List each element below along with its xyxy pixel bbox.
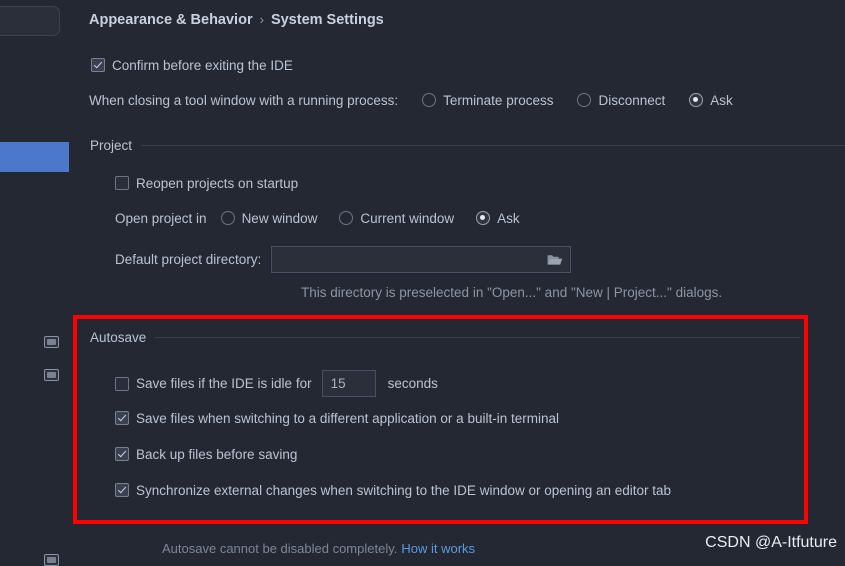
radio-ask-open-project-control[interactable] [476,210,491,225]
radio-ask-tool-window[interactable]: Ask [689,92,733,108]
autosave-footer-text: Autosave cannot be disabled completely. [162,541,398,556]
backup-before-saving-checkbox[interactable] [115,447,129,462]
section-divider [141,145,845,146]
window-icon[interactable] [44,336,59,348]
folder-open-icon[interactable] [547,254,563,266]
open-project-in-label: Open project in [115,210,207,226]
sidebar-item-selected[interactable] [0,142,69,172]
radio-current-window-label: Current window [360,210,455,226]
sync-external-changes-label: Synchronize external changes when switch… [136,482,672,498]
breadcrumb: Appearance & Behavior › System Settings [89,12,384,28]
reopen-projects-checkbox[interactable] [115,176,129,191]
save-on-switch-app-checkbox[interactable] [115,411,129,426]
confirm-exit-label: Confirm before exiting the IDE [112,57,293,73]
radio-new-window-label: New window [241,210,318,226]
chevron-right-icon: › [259,12,264,27]
reopen-projects-row[interactable]: Reopen projects on startup [115,175,298,191]
closing-tool-window-row: When closing a tool window with a runnin… [89,92,733,108]
settings-tree-rail [0,0,70,566]
save-on-idle-row: Save files if the IDE is idle for 15 secon… [115,370,438,397]
how-it-works-link[interactable]: How it works [401,541,475,556]
idle-seconds-input[interactable]: 15 [321,370,376,397]
save-on-idle-label: Save files if the IDE is idle for [136,376,312,391]
sync-external-changes-row[interactable]: Synchronize external changes when switch… [115,482,671,498]
breadcrumb-current: System Settings [270,12,384,28]
radio-new-window[interactable]: New window [220,210,318,226]
radio-disconnect-label: Disconnect [598,92,666,108]
default-project-directory-label: Default project directory: [115,252,262,267]
open-project-in-row: Open project in New window Current window A… [115,210,520,226]
autosave-footer-note: Autosave cannot be disabled completely. H… [162,541,475,556]
save-on-switch-app-row[interactable]: Save files when switching to a different… [115,410,559,426]
default-project-directory-row: Default project directory: [115,246,572,273]
save-on-idle-checkbox[interactable] [115,376,129,391]
radio-new-window-control[interactable] [220,210,235,225]
radio-terminate-process[interactable]: Terminate process [422,92,554,108]
save-on-switch-app-label: Save files when switching to a different… [136,410,559,426]
radio-ask-tool-window-label: Ask [710,92,733,108]
backup-before-saving-label: Back up files before saving [136,446,298,462]
radio-disconnect-control[interactable] [577,92,592,107]
window-icon[interactable] [44,554,59,566]
confirm-exit-checkbox[interactable] [91,58,105,73]
radio-terminate-process-control[interactable] [422,92,437,107]
default-project-directory-input[interactable] [271,246,572,273]
watermark: CSDN @A-Itfuture [705,534,837,551]
radio-ask-tool-window-control[interactable] [689,92,704,107]
radio-ask-open-project[interactable]: Ask [476,210,520,226]
idle-seconds-unit-label: seconds [387,376,438,391]
radio-terminate-process-label: Terminate process [443,92,554,108]
window-icon[interactable] [44,369,59,381]
section-divider [155,337,800,338]
settings-search-input[interactable] [0,6,60,36]
backup-before-saving-row[interactable]: Back up files before saving [115,446,297,462]
radio-disconnect[interactable]: Disconnect [577,92,666,108]
closing-tool-window-label: When closing a tool window with a runnin… [89,92,399,108]
breadcrumb-parent[interactable]: Appearance & Behavior [89,12,253,28]
project-section-header: Project [90,138,845,153]
confirm-exit-row[interactable]: Confirm before exiting the IDE [91,57,293,73]
default-directory-hint: This directory is preselected in "Open..… [301,285,723,300]
autosave-section-title: Autosave [90,330,147,345]
reopen-projects-label: Reopen projects on startup [136,175,299,191]
system-settings-pane: Appearance & Behavior › System Settings Co… [70,0,845,561]
project-section-title: Project [90,138,133,153]
radio-ask-open-project-label: Ask [497,210,520,226]
radio-current-window-control[interactable] [339,210,354,225]
autosave-section-header: Autosave [90,330,800,345]
sync-external-changes-checkbox[interactable] [115,483,129,498]
radio-current-window[interactable]: Current window [339,210,455,226]
